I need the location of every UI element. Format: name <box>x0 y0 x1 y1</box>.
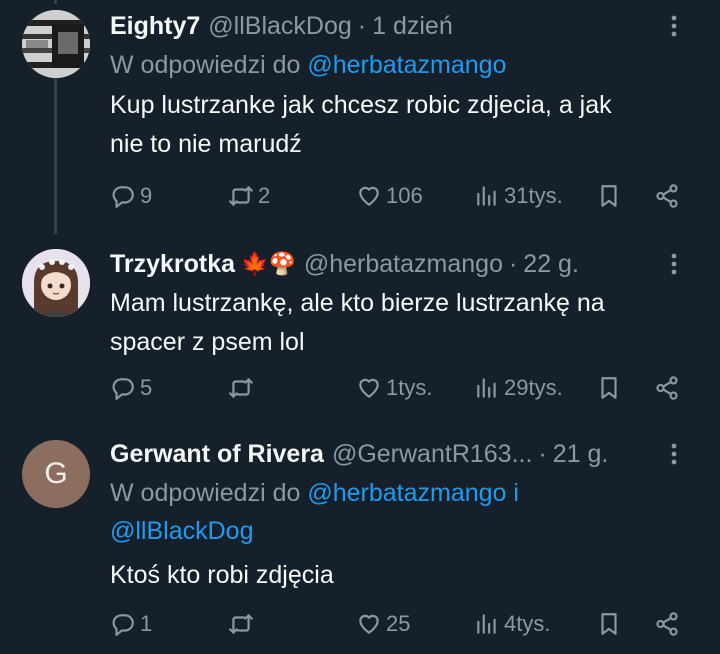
like-button[interactable]: 1tys. <box>356 366 432 410</box>
views-count: 29tys. <box>504 375 563 400</box>
retweet-icon <box>229 186 253 206</box>
tweet-text-line: spacer z psem lol <box>110 328 305 356</box>
tweet-header: Eighty7 @llBlackDog · 1 dzień <box>110 6 700 46</box>
tweet-text-line: Kup lustrzanke jak chcesz robic zdjecia,… <box>110 91 612 119</box>
views-icon <box>477 186 496 206</box>
mention-link[interactable]: @herbatazmango i <box>307 479 519 507</box>
more-options-button[interactable] <box>654 244 694 284</box>
timestamp[interactable]: 22 g. <box>523 250 579 279</box>
views-icon <box>477 614 496 634</box>
reply-count: 1 <box>140 611 153 636</box>
reply-button[interactable]: 9 <box>110 174 152 218</box>
heart-icon <box>359 186 379 206</box>
handle[interactable]: @herbatazmango <box>304 250 503 279</box>
retweet-button[interactable] <box>228 602 258 646</box>
more-dots-icon <box>671 253 677 275</box>
retweet-icon <box>229 378 253 398</box>
avatar-letter: G <box>44 457 68 490</box>
views-count: 31tys. <box>504 183 563 208</box>
more-options-button[interactable] <box>654 434 694 474</box>
grayscale-dog-avatar-icon <box>22 10 90 78</box>
tweet-header: Gerwant of Rivera @GerwantR163... · 21 g… <box>110 434 700 474</box>
reply-context: W odpowiedzi do @herbatazmango i @llBlac… <box>110 474 700 550</box>
tweet-header: Trzykrotka 🍁🍄 @herbatazmango · 22 g. <box>110 244 700 284</box>
separator-dot: · <box>538 439 547 468</box>
anime-girl-avatar-icon <box>22 249 90 317</box>
reply-icon <box>112 186 134 208</box>
views-button[interactable]: 31tys. <box>474 174 563 218</box>
retweet-icon <box>229 614 253 634</box>
display-name[interactable]: Trzykrotka <box>110 250 235 279</box>
views-count: 4tys. <box>504 611 551 636</box>
name-emojis: 🍁🍄 <box>241 251 296 276</box>
tweet-text-line: Mam lustrzankę, ale kto bierze lustrzank… <box>110 289 605 317</box>
more-options-button[interactable] <box>654 6 694 46</box>
reply-icon <box>112 614 134 636</box>
bookmark-icon <box>601 185 617 207</box>
more-dots-icon <box>671 443 677 465</box>
views-button[interactable]: 29tys. <box>474 366 563 410</box>
share-icon <box>656 612 678 636</box>
display-name[interactable]: Gerwant of Rivera <box>110 440 324 469</box>
more-dots-icon <box>671 15 677 37</box>
reply-count: 5 <box>140 375 153 400</box>
reply-button[interactable]: 1 <box>110 602 152 646</box>
avatar[interactable] <box>22 10 90 78</box>
reply-count: 9 <box>140 183 153 208</box>
tweet-text: Kup lustrzanke jak chcesz robic zdjecia,… <box>110 86 700 164</box>
timestamp[interactable]: 1 dzień <box>372 12 453 41</box>
reply-prefix: W odpowiedzi do <box>110 479 301 507</box>
mention-link[interactable]: @herbatazmango <box>307 51 506 79</box>
heart-icon <box>359 614 379 634</box>
like-button[interactable]: 25 <box>356 602 410 646</box>
tweet[interactable]: Eighty7 @llBlackDog · 1 dzień W odpowied… <box>0 0 720 236</box>
reply-context: W odpowiedzi do @herbatazmango <box>110 46 700 84</box>
bookmark-icon <box>601 613 617 635</box>
like-count: 106 <box>386 183 423 208</box>
like-button[interactable]: 106 <box>356 174 423 218</box>
bookmark-button[interactable] <box>596 602 622 646</box>
like-count: 1tys. <box>386 375 433 400</box>
bookmark-icon <box>601 377 617 399</box>
share-icon <box>656 376 678 400</box>
views-icon <box>477 378 496 398</box>
avatar[interactable] <box>22 249 90 317</box>
reply-icon <box>112 378 134 400</box>
share-button[interactable] <box>654 602 680 646</box>
tweet-text: Ktoś kto robi zdjęcia <box>110 556 700 595</box>
timestamp[interactable]: 21 g. <box>553 440 609 469</box>
reply-prefix: W odpowiedzi do <box>110 51 301 79</box>
tweet-text-line: nie to nie marudź <box>110 130 302 158</box>
separator-dot: · <box>508 249 518 278</box>
tweet-text: Mam lustrzankę, ale kto bierze lustrzank… <box>110 284 700 362</box>
views-button[interactable]: 4tys. <box>474 602 550 646</box>
bookmark-button[interactable] <box>596 174 622 218</box>
retweet-button[interactable]: 2 <box>228 174 270 218</box>
tweet[interactable]: Trzykrotka 🍁🍄 @herbatazmango · 22 g. Mam… <box>0 236 720 432</box>
like-count: 25 <box>386 611 411 636</box>
separator-dot: · <box>357 11 367 40</box>
handle[interactable]: @GerwantR163... <box>332 440 532 469</box>
tweet[interactable]: G Gerwant of Rivera @GerwantR163... · 21… <box>0 432 720 654</box>
avatar[interactable]: G <box>22 440 90 508</box>
share-button[interactable] <box>654 366 680 410</box>
mention-link[interactable]: @llBlackDog <box>110 512 700 550</box>
retweet-count: 2 <box>258 183 271 208</box>
share-icon <box>656 184 678 208</box>
bookmark-button[interactable] <box>596 366 622 410</box>
display-name[interactable]: Eighty7 <box>110 12 200 41</box>
reply-button[interactable]: 5 <box>110 366 152 410</box>
tweet-text-line: Ktoś kto robi zdjęcia <box>110 561 334 589</box>
handle[interactable]: @llBlackDog <box>208 12 351 41</box>
retweet-button[interactable] <box>228 366 258 410</box>
share-button[interactable] <box>654 174 680 218</box>
heart-icon <box>359 378 379 398</box>
